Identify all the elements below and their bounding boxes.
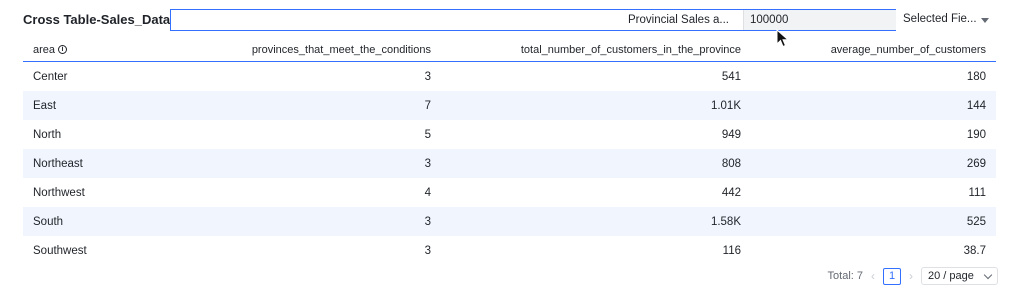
cell-average-customers: 525 <box>966 215 986 228</box>
widget-header: Cross Table-Sales_Data Provincial Sales … <box>0 8 1025 48</box>
column-header-area[interactable]: area i <box>23 44 143 56</box>
info-icon[interactable]: i <box>58 45 68 54</box>
table-row: Center 3 541 180 <box>23 62 996 91</box>
cell-provinces: 3 <box>424 70 431 83</box>
page-size-select[interactable]: 20 / page <box>921 267 998 285</box>
page-size-label: 20 / page <box>928 270 974 282</box>
cell-average-customers: 111 <box>968 186 986 199</box>
cell-area: Northeast <box>33 157 83 170</box>
cell-total-customers: 949 <box>721 128 741 141</box>
cell-total-customers: 541 <box>721 70 741 83</box>
column-header-average-customers[interactable]: average_number_of_customers <box>741 44 986 56</box>
chevron-left-icon[interactable]: ‹ <box>871 269 875 283</box>
cell-area: South <box>33 215 64 228</box>
cell-total-customers: 808 <box>721 157 741 170</box>
column-header-provinces[interactable]: provinces_that_meet_the_conditions <box>143 44 431 56</box>
table-row: North 5 949 190 <box>23 120 996 149</box>
cell-area: Southwest <box>33 244 87 257</box>
chevron-down-icon <box>983 270 993 279</box>
cell-total-customers: 1.01K <box>710 99 741 112</box>
cross-table-widget: Cross Table-Sales_Data Provincial Sales … <box>0 0 1025 291</box>
cell-provinces: 3 <box>424 215 431 228</box>
cell-area: Northwest <box>33 186 85 199</box>
cell-total-customers: 1.58K <box>710 215 741 228</box>
data-table: area i provinces_that_meet_the_condition… <box>23 38 996 265</box>
selected-fields-dropdown[interactable]: Selected Fie... <box>903 13 989 25</box>
cell-average-customers: 144 <box>966 99 986 112</box>
cell-provinces: 3 <box>424 157 431 170</box>
table-row: Northwest 4 442 111 <box>23 178 996 207</box>
pagination: Total: 7 ‹ 1 › 20 / page <box>828 267 998 285</box>
cell-area: North <box>33 128 62 141</box>
filter-label[interactable]: Provincial Sales a... <box>628 14 729 26</box>
cell-provinces: 7 <box>424 99 431 112</box>
table-row: East 7 1.01K 144 <box>23 91 996 120</box>
cell-provinces: 3 <box>424 244 431 257</box>
table-row: Southwest 3 116 38.7 <box>23 236 996 265</box>
table-header: area i provinces_that_meet_the_condition… <box>23 38 996 62</box>
filter-bar[interactable]: Provincial Sales a... 100000 <box>170 9 896 31</box>
cell-average-customers: 38.7 <box>963 244 986 257</box>
table-row: South 3 1.58K 525 <box>23 207 996 236</box>
cell-provinces: 5 <box>424 128 431 141</box>
cell-area: Center <box>33 70 68 83</box>
cell-area: East <box>33 99 57 112</box>
cell-average-customers: 180 <box>966 70 986 83</box>
table-row: Northeast 3 808 269 <box>23 149 996 178</box>
total-count: Total: 7 <box>827 270 863 282</box>
page-number-current[interactable]: 1 <box>883 267 901 285</box>
cell-total-customers: 442 <box>721 186 741 199</box>
column-header-total-customers[interactable]: total_number_of_customers_in_the_provinc… <box>431 44 741 56</box>
widget-title: Cross Table-Sales_Data <box>23 12 171 27</box>
cell-average-customers: 269 <box>966 157 986 170</box>
cell-provinces: 4 <box>424 186 431 199</box>
cell-total-customers: 116 <box>722 244 741 257</box>
cell-average-customers: 190 <box>966 128 986 141</box>
chevron-right-icon[interactable]: › <box>909 269 913 283</box>
caret-down-icon <box>980 17 989 23</box>
filter-value-input[interactable]: 100000 <box>743 10 896 30</box>
selected-fields-label: Selected Fie... <box>903 13 977 25</box>
